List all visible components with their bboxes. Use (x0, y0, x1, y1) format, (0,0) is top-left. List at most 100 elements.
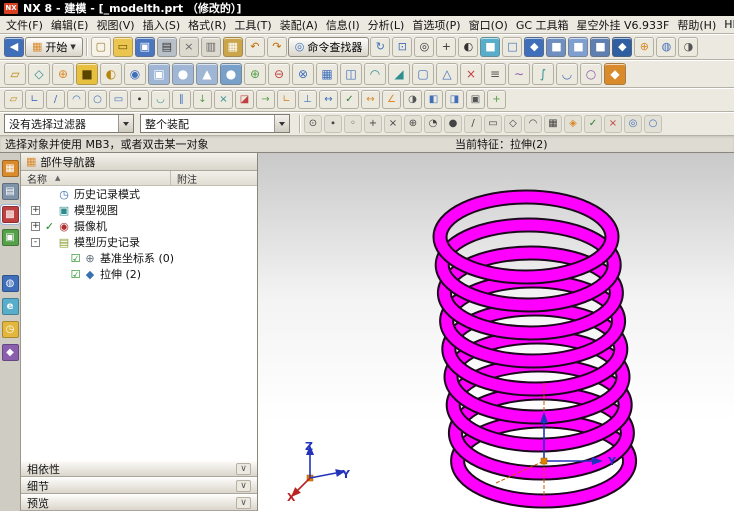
menu-insert[interactable]: 插入(S) (139, 16, 185, 34)
isometric-view-icon[interactable]: ◆ (612, 37, 632, 57)
selection-scope-dropdown[interactable]: 整个装配 (140, 114, 290, 133)
tree-item-model-views[interactable]: + ▣ 模型视图 (21, 202, 257, 218)
refresh-icon[interactable]: ↻ (370, 37, 390, 57)
snapshot-icon[interactable]: ▣ (466, 90, 485, 109)
quick-extend-icon[interactable]: → (256, 90, 275, 109)
point-icon[interactable]: ∙ (130, 90, 149, 109)
existing-point-icon[interactable]: ● (444, 115, 462, 133)
top-view-icon[interactable]: ■ (568, 37, 588, 57)
cone-icon[interactable]: ▲ (196, 63, 218, 85)
point-on-face-icon[interactable]: ▭ (484, 115, 502, 133)
object-display-icon[interactable]: ◍ (656, 37, 676, 57)
mid-point-icon[interactable]: ◦ (344, 115, 362, 133)
revolve-icon[interactable]: ◐ (100, 63, 122, 85)
synchronous-modeling-icon[interactable]: ◆ (604, 63, 626, 85)
cut-icon[interactable]: × (179, 37, 199, 57)
edge-blend-icon[interactable]: ◠ (364, 63, 386, 85)
menu-window[interactable]: 窗口(O) (465, 16, 512, 34)
trimetric-view-icon[interactable]: ◆ (524, 37, 544, 57)
datum-csys-icon[interactable]: ⊕ (52, 63, 74, 85)
tree-item-history-mode[interactable]: ◷ 历史记录模式 (21, 186, 257, 202)
checkbox-icon[interactable]: ☑ (69, 268, 82, 281)
mirror-feature-icon[interactable]: ◫ (340, 63, 362, 85)
copy-icon[interactable]: ▥ (201, 37, 221, 57)
wcs-orient-icon[interactable]: ◈ (564, 115, 582, 133)
sew-icon[interactable]: ∼ (508, 63, 530, 85)
swept-icon[interactable]: ∫ (532, 63, 554, 85)
rapid-dimension-icon[interactable]: ↔ (319, 90, 338, 109)
menu-hb-mould[interactable]: HB_MOULD M6.6 (720, 17, 734, 32)
section-dependencies[interactable]: 相依性 ∨ (21, 460, 257, 477)
menu-assemblies[interactable]: 装配(A) (276, 16, 322, 34)
trim-body-icon[interactable]: × (460, 63, 482, 85)
column-note[interactable]: 附注 (171, 171, 257, 185)
intersection-curve-icon[interactable]: × (214, 90, 233, 109)
right-view-icon[interactable]: ■ (590, 37, 610, 57)
undo-icon[interactable]: ↶ (245, 37, 265, 57)
assembly-navigator-icon[interactable]: ▦ (2, 160, 19, 177)
spring-model[interactable] (440, 197, 630, 501)
column-name[interactable]: 名称 ▲ (21, 171, 171, 185)
menu-information[interactable]: 信息(I) (322, 16, 364, 34)
menu-starsky-plugin[interactable]: 星空外挂 V6.933F (573, 16, 674, 34)
print-icon[interactable]: ▤ (157, 37, 177, 57)
project-curve-icon[interactable]: ↓ (193, 90, 212, 109)
system-materials-icon[interactable]: ◆ (2, 344, 19, 361)
quadrant-point-icon[interactable]: ◔ (424, 115, 442, 133)
menu-gc-toolbox[interactable]: GC 工具箱 (512, 16, 573, 34)
expander-icon[interactable]: - (31, 238, 40, 247)
new-file-icon[interactable]: ▢ (91, 37, 111, 57)
control-point-icon[interactable]: + (364, 115, 382, 133)
line-icon[interactable]: / (46, 90, 65, 109)
wcs-icon[interactable]: ⊕ (634, 37, 654, 57)
snap-point-icon[interactable]: ⊙ (304, 115, 322, 133)
web-browser-icon[interactable]: e (2, 298, 19, 315)
measure-distance-icon[interactable]: ↔ (361, 90, 380, 109)
finish-sketch-icon[interactable]: ✓ (340, 90, 359, 109)
save-icon[interactable]: ▣ (135, 37, 155, 57)
tree-item-datum-csys[interactable]: ☑ ⊕ 基准坐标系 (0) (21, 250, 257, 266)
offset-curve-icon[interactable]: ∥ (172, 90, 191, 109)
menu-file[interactable]: 文件(F) (2, 16, 47, 34)
open-icon[interactable]: ▭ (113, 37, 133, 57)
intersect-icon[interactable]: ⊗ (292, 63, 314, 85)
thicken-icon[interactable]: ≡ (484, 63, 506, 85)
menu-preferences[interactable]: 首选项(P) (408, 16, 464, 34)
datum-plane-icon[interactable]: ◇ (28, 63, 50, 85)
geometric-constraints-icon[interactable]: ⊥ (298, 90, 317, 109)
wireframe-view-icon[interactable]: □ (502, 37, 522, 57)
hd3d-tools-icon[interactable]: ◍ (2, 275, 19, 292)
subtract-icon[interactable]: ⊖ (268, 63, 290, 85)
cylinder-icon[interactable]: ● (172, 63, 194, 85)
draft-icon[interactable]: △ (436, 63, 458, 85)
hole-icon[interactable]: ◉ (124, 63, 146, 85)
section-details[interactable]: 细节 ∨ (21, 477, 257, 494)
clip-section-icon[interactable]: ◨ (445, 90, 464, 109)
circle-icon[interactable]: ○ (88, 90, 107, 109)
part-navigator-header[interactable]: ▦ 部件导航器 (21, 153, 257, 171)
menu-format[interactable]: 格式(R) (184, 16, 230, 34)
part-navigator-icon[interactable]: ▩ (2, 206, 19, 223)
tree-item-model-history[interactable]: - ▤ 模型历史记录 (21, 234, 257, 250)
bounded-plane-icon[interactable]: ◇ (504, 115, 522, 133)
start-menu-button[interactable]: ▦ 开始 ▼ (25, 37, 83, 57)
redo-icon[interactable]: ↷ (267, 37, 287, 57)
magnifier-icon[interactable]: ◎ (624, 115, 642, 133)
menu-view[interactable]: 视图(V) (92, 16, 138, 34)
graphics-viewport[interactable]: Y Z Y X (258, 153, 734, 511)
through-curves-icon[interactable]: ◡ (556, 63, 578, 85)
constraint-navigator-icon[interactable]: ▤ (2, 183, 19, 200)
intersection-point-icon[interactable]: × (384, 115, 402, 133)
dropdown-arrow-icon[interactable] (118, 115, 133, 132)
checkbox-icon[interactable]: ☑ (69, 252, 82, 265)
shell-icon[interactable]: ▢ (412, 63, 434, 85)
dropdown-arrow-icon[interactable] (274, 115, 289, 132)
fillet-icon[interactable]: ◡ (151, 90, 170, 109)
menu-tools[interactable]: 工具(T) (230, 16, 275, 34)
show-hide-icon[interactable]: ◑ (678, 37, 698, 57)
expander-icon[interactable]: + (31, 206, 40, 215)
clear-selection-icon[interactable]: × (604, 115, 622, 133)
chevron-down-icon[interactable]: ∨ (236, 497, 251, 509)
menu-help[interactable]: 帮助(H) (673, 16, 720, 34)
menu-edit[interactable]: 编辑(E) (47, 16, 93, 34)
